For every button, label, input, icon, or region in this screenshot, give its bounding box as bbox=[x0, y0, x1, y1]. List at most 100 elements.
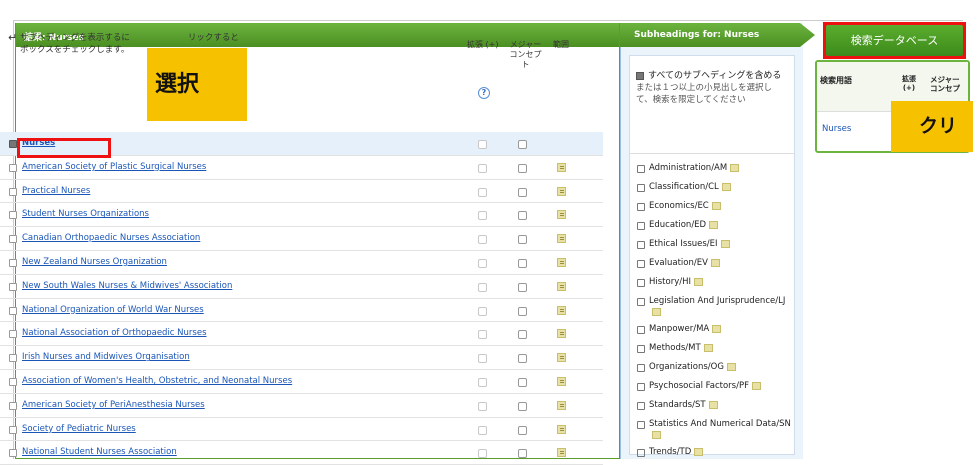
row-checkbox[interactable] bbox=[9, 306, 17, 315]
subheading-item[interactable]: Trends/TD bbox=[637, 447, 797, 460]
major-concept-checkbox[interactable] bbox=[518, 449, 527, 459]
major-concept-checkbox[interactable] bbox=[518, 306, 527, 316]
subheading-checkbox[interactable] bbox=[637, 364, 645, 372]
subheading-note-icon[interactable] bbox=[709, 220, 719, 229]
scope-note-icon[interactable] bbox=[557, 400, 566, 410]
table-row[interactable]: American Society of Plastic Surgical Nur… bbox=[0, 156, 603, 180]
row-term-link[interactable]: New South Wales Nurses & Midwives' Assoc… bbox=[22, 281, 232, 291]
scope-note-icon[interactable] bbox=[557, 329, 566, 339]
subheading-checkbox[interactable] bbox=[637, 383, 645, 391]
major-concept-checkbox[interactable] bbox=[518, 235, 527, 245]
scope-note-icon[interactable] bbox=[557, 424, 566, 434]
subheading-note-icon[interactable] bbox=[730, 163, 740, 172]
subheading-note-icon[interactable] bbox=[726, 362, 736, 371]
row-checkbox[interactable] bbox=[9, 354, 17, 363]
row-checkbox[interactable] bbox=[9, 258, 17, 267]
row-term-link[interactable]: New Zealand Nurses Organization bbox=[22, 257, 167, 267]
subheading-note-icon[interactable] bbox=[751, 381, 761, 390]
explode-checkbox[interactable] bbox=[478, 211, 487, 221]
row-term-link[interactable]: Society of Pediatric Nurses bbox=[22, 424, 136, 434]
major-concept-checkbox[interactable] bbox=[518, 211, 527, 221]
scope-note-icon[interactable] bbox=[557, 305, 566, 315]
row-term-link[interactable]: Irish Nurses and Midwives Organisation bbox=[22, 352, 190, 362]
scope-note-icon[interactable] bbox=[557, 257, 566, 267]
subheading-note-icon[interactable] bbox=[712, 324, 722, 333]
major-concept-checkbox[interactable] bbox=[518, 258, 527, 268]
explode-checkbox[interactable] bbox=[478, 449, 487, 459]
major-concept-checkbox[interactable] bbox=[518, 377, 527, 387]
major-concept-checkbox[interactable] bbox=[518, 330, 527, 340]
explode-checkbox[interactable] bbox=[478, 187, 487, 197]
table-row[interactable]: American Society of PeriAnesthesia Nurse… bbox=[0, 394, 603, 418]
subheading-checkbox[interactable] bbox=[637, 298, 645, 306]
subheading-checkbox[interactable] bbox=[637, 279, 645, 287]
explode-checkbox[interactable] bbox=[478, 258, 487, 268]
table-row[interactable]: Association of Women's Health, Obstetric… bbox=[0, 370, 603, 394]
row-checkbox[interactable] bbox=[9, 187, 17, 196]
table-row[interactable]: Practical Nurses bbox=[0, 180, 603, 204]
explode-checkbox[interactable] bbox=[478, 235, 487, 245]
row-term-link[interactable]: National Student Nurses Association bbox=[22, 447, 177, 457]
include-all-checkbox[interactable] bbox=[636, 71, 644, 80]
subheading-checkbox[interactable] bbox=[637, 222, 645, 230]
row-checkbox[interactable] bbox=[9, 377, 17, 386]
subheading-item[interactable]: Economics/EC bbox=[637, 201, 797, 214]
subheading-checkbox[interactable] bbox=[637, 449, 645, 457]
subheading-note-icon[interactable] bbox=[703, 343, 713, 352]
subheading-note-icon[interactable] bbox=[694, 277, 704, 286]
scope-note-icon[interactable] bbox=[557, 281, 566, 291]
subheading-note-icon[interactable] bbox=[711, 201, 721, 210]
scope-note-icon[interactable] bbox=[557, 186, 566, 196]
row-checkbox[interactable] bbox=[9, 282, 17, 291]
subheading-checkbox[interactable] bbox=[637, 402, 645, 410]
subheading-item[interactable]: Standards/ST bbox=[637, 400, 797, 413]
major-concept-checkbox[interactable] bbox=[518, 425, 527, 435]
subheading-item[interactable]: Psychosocial Factors/PF bbox=[637, 381, 797, 394]
explode-checkbox[interactable] bbox=[478, 354, 487, 364]
scope-note-icon[interactable] bbox=[557, 234, 566, 244]
table-row[interactable]: National Student Nurses Association bbox=[0, 441, 603, 465]
subheading-checkbox[interactable] bbox=[637, 260, 645, 268]
explode-checkbox[interactable] bbox=[478, 377, 487, 387]
subheading-item[interactable]: Legislation And Jurisprudence/LJ bbox=[637, 296, 797, 318]
row-checkbox[interactable] bbox=[9, 235, 17, 244]
subheading-note-icon[interactable] bbox=[721, 182, 731, 191]
explode-checkbox[interactable] bbox=[478, 140, 487, 149]
row-term-link[interactable]: Association of Women's Health, Obstetric… bbox=[22, 376, 292, 386]
row-checkbox[interactable] bbox=[9, 449, 17, 458]
table-row[interactable]: New Zealand Nurses Organization bbox=[0, 251, 603, 275]
row-checkbox[interactable] bbox=[9, 211, 17, 220]
explode-checkbox[interactable] bbox=[478, 306, 487, 316]
scope-note-icon[interactable] bbox=[557, 162, 566, 172]
subheading-checkbox[interactable] bbox=[637, 421, 645, 429]
subheading-item[interactable]: History/HI bbox=[637, 277, 797, 290]
include-all-subheadings[interactable]: すべてのサブヘディングを含める または１つ以上の小見出しを選択して、検索を限定し… bbox=[636, 70, 786, 106]
explode-checkbox[interactable] bbox=[478, 163, 487, 173]
table-row[interactable]: Student Nurses Organizations bbox=[0, 203, 603, 228]
subheading-checkbox[interactable] bbox=[637, 203, 645, 211]
row-term-link[interactable]: National Organization of World War Nurse… bbox=[22, 305, 204, 315]
subheading-checkbox[interactable] bbox=[637, 241, 645, 249]
subheading-item[interactable]: Evaluation/EV bbox=[637, 258, 797, 271]
row-checkbox[interactable] bbox=[9, 401, 17, 410]
scope-note-icon[interactable] bbox=[557, 353, 566, 363]
explode-checkbox[interactable] bbox=[478, 282, 487, 292]
major-concept-checkbox[interactable] bbox=[518, 354, 527, 364]
scope-note-icon[interactable] bbox=[557, 448, 566, 458]
subheading-item[interactable]: Ethical Issues/EI bbox=[637, 239, 797, 252]
table-row[interactable]: National Association of Orthopaedic Nurs… bbox=[0, 322, 603, 347]
search-term-value[interactable]: Nurses bbox=[822, 124, 851, 134]
table-row[interactable]: National Organization of World War Nurse… bbox=[0, 299, 603, 323]
subheading-note-icon[interactable] bbox=[694, 447, 704, 456]
subheading-note-icon[interactable] bbox=[720, 239, 730, 248]
subheading-note-icon[interactable] bbox=[652, 307, 661, 316]
row-term-link[interactable]: Student Nurses Organizations bbox=[22, 209, 149, 219]
subheading-checkbox[interactable] bbox=[637, 345, 645, 353]
help-icon[interactable]: ? bbox=[478, 87, 490, 99]
scope-note-icon[interactable] bbox=[557, 376, 566, 386]
major-concept-checkbox[interactable] bbox=[518, 401, 527, 411]
search-database-button[interactable]: 検索データベース bbox=[826, 25, 963, 56]
table-row[interactable]: Irish Nurses and Midwives Organisation bbox=[0, 346, 603, 370]
subheading-item[interactable]: Education/ED bbox=[637, 220, 797, 233]
subheading-item[interactable]: Organizations/OG bbox=[637, 362, 797, 375]
